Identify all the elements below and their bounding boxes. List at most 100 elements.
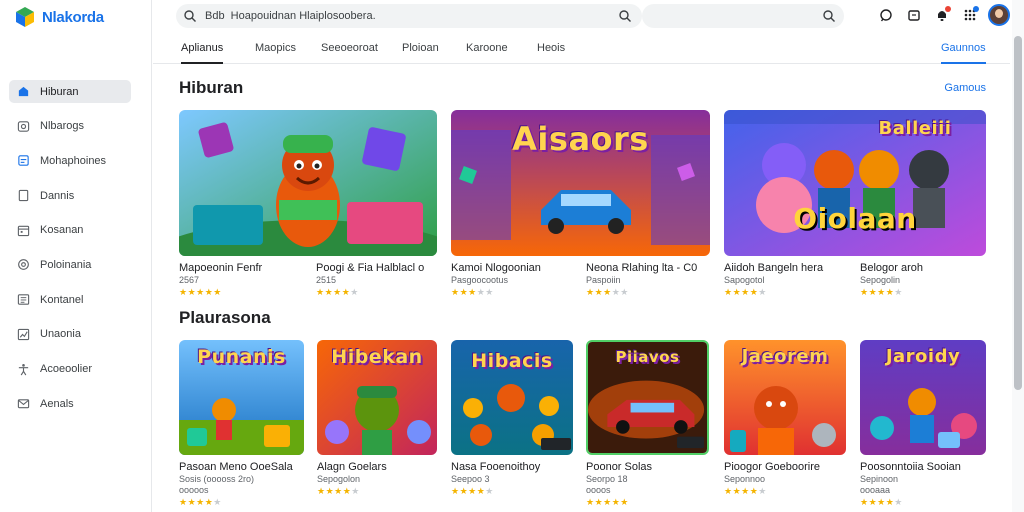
app-title: Pasoan Meno OoeSala	[179, 461, 293, 473]
avatar[interactable]	[988, 4, 1010, 26]
app-card[interactable]: Hibacis Nasa Fooenoithoy Seepoo 3 ★★★★★	[451, 340, 573, 497]
app-thumbnail: Hibekan	[317, 340, 437, 455]
app-subtitle: 2515	[316, 275, 337, 285]
secondary-search-bar[interactable]	[642, 4, 844, 28]
scrollbar-thumb[interactable]	[1014, 36, 1022, 390]
app-name: Nlakorda	[42, 8, 104, 26]
wallet-icon	[907, 10, 920, 21]
rating-stars: ★★★★★	[586, 287, 629, 297]
app-thumbnail: Jaeorem	[724, 340, 846, 455]
sidebar-item-acoeoolier[interactable]: Acoeoolier	[9, 358, 131, 381]
notification-badge	[945, 5, 951, 12]
document-icon	[18, 189, 29, 202]
app-info[interactable]: Poogi & Fia Halblacl o 2515 ★★★★★	[316, 256, 441, 298]
app-card[interactable]: Hibekan Alagn Goelars Sepogolon ★★★★★	[317, 340, 437, 497]
sidebar-item-poloinania[interactable]: Poloinania	[9, 253, 131, 276]
sidebar-item-label: Nlbarogs	[40, 120, 85, 133]
rating-stars: ★★★★★	[860, 497, 903, 507]
app-info[interactable]: Kamoi Nlogoonian Pasgoocootus ★★★★★	[451, 256, 575, 298]
app-card[interactable]: Mapoeonin Fenfr 2567 ★★★★★	[179, 110, 437, 256]
app-art-subtitle: Balleiii	[878, 118, 952, 139]
notifications-button[interactable]	[932, 5, 951, 25]
app-info[interactable]: Aiidoh Bangeln hera Sapogotol ★★★★★	[724, 256, 848, 298]
app-title: Mapoeonin Fenfr	[179, 262, 263, 274]
sidebar-item-hiburan[interactable]: Hiburan	[9, 80, 131, 103]
search-input[interactable]	[205, 7, 605, 25]
search-bar[interactable]	[176, 4, 642, 28]
camera-icon	[17, 120, 30, 132]
app-card[interactable]: Balleiii Oiolaan	[724, 110, 986, 256]
apps-badge	[973, 5, 979, 12]
sidebar-item-label: Dannis	[40, 189, 75, 202]
sidebar-item-kontanel[interactable]: Kontanel	[9, 288, 131, 311]
sidebar-item-aenals[interactable]: Aenals	[9, 392, 131, 415]
app-card[interactable]: Aisaors Poogi & Fia Halblacl o 2515 ★★★★…	[451, 110, 710, 256]
target-icon	[18, 259, 29, 271]
phone-icon	[18, 155, 29, 167]
calendar-icon	[17, 225, 30, 236]
search-icon[interactable]	[183, 9, 197, 23]
search-icon[interactable]	[822, 9, 836, 23]
tab-seeoeoroat[interactable]: Seeoeoroat	[321, 42, 378, 64]
app-info[interactable]: Mapoeonin Fenfr 2567 ★★★★★	[179, 256, 304, 298]
app-title: Kamoi Nlogoonian	[451, 262, 541, 274]
list-icon	[17, 294, 30, 305]
app-title: Poonor Solas	[586, 461, 653, 473]
chart-icon	[17, 328, 30, 340]
rating-stars: ★★★★★	[724, 287, 767, 297]
sidebar-item-dannis[interactable]: Dannis	[9, 184, 131, 207]
app-title: Nasa Fooenoithoy	[451, 461, 541, 473]
tab-ploioan[interactable]: Ploioan	[402, 42, 439, 64]
app-subtitle: Sepogolon	[317, 474, 361, 484]
section-title: Plaurasona	[179, 308, 271, 327]
home-icon	[18, 86, 29, 97]
sidebar-item-kosanan[interactable]: Kosanan	[9, 219, 131, 242]
sidebar-item-unaonia[interactable]: Unaonia	[9, 323, 131, 346]
app-info[interactable]: Belogor aroh Sepogolin ★★★★★	[860, 256, 984, 298]
tab-aplianus[interactable]: Aplianus	[181, 42, 224, 64]
app-card[interactable]: Piiavos Poonor Solas Seorpo 18 oooos ★★★…	[586, 340, 709, 508]
page-scrollbar[interactable]	[1012, 0, 1024, 512]
app-subtitle: Seponnoo	[724, 474, 766, 484]
app-title: Aiidoh Bangeln hera	[724, 262, 824, 274]
mail-icon	[17, 399, 30, 409]
app-info[interactable]: Neona Rlahing lta - C0 Paspoiin ★★★★★	[586, 256, 710, 298]
app-art-title: Piiavos	[615, 348, 680, 366]
app-logo[interactable]: Nlakorda	[14, 6, 104, 28]
sidebar-nav: Hiburan Nlbarogs Mohaphoines Dannis Kosa…	[9, 80, 131, 427]
rating-stars: ★★★★★	[179, 497, 222, 507]
apps-button[interactable]	[960, 5, 979, 25]
app-subtitle: Paspoiin	[586, 275, 621, 285]
app-subtitle-2: ooooos	[179, 485, 209, 495]
top-bar	[153, 0, 1024, 34]
tab-heois[interactable]: Heois	[537, 42, 565, 64]
tab-gaunnos[interactable]: Gaunnos	[941, 42, 986, 64]
rating-stars: ★★★★★	[860, 287, 903, 297]
app-title: Neona Rlahing lta - C0	[586, 262, 698, 274]
wallet-button[interactable]	[904, 6, 923, 25]
app-card[interactable]: Punanis Pasoan Meno OoeSala Sosis (oooos…	[179, 340, 304, 508]
app-thumbnail	[179, 110, 437, 256]
tab-maopics[interactable]: Maopics	[255, 42, 296, 64]
sidebar-item-nlbarogs[interactable]: Nlbarogs	[9, 115, 131, 138]
sidebar-item-mohaphoines[interactable]: Mohaphoines	[9, 149, 131, 172]
chat-icon	[879, 9, 892, 22]
app-thumbnail: Jaroidy	[860, 340, 986, 455]
rating-stars: ★★★★★	[586, 497, 629, 507]
tab-karoone[interactable]: Karoone	[466, 42, 508, 64]
rating-stars: ★★★★★	[724, 486, 767, 496]
search-submit-icon[interactable]	[618, 9, 632, 23]
rating-stars: ★★★★★	[179, 287, 222, 297]
app-art-title: Hibekan	[331, 346, 423, 368]
sidebar-item-label: Mohaphoines	[40, 154, 107, 167]
app-thumbnail: Hibacis	[451, 340, 573, 455]
app-art-title: Jaroidy	[885, 346, 961, 367]
app-art-title: Jaeorem	[741, 346, 829, 367]
app-card[interactable]: Jaroidy Poosonntoiia Sooian Sepinoon ooo…	[860, 340, 986, 508]
app-art-title: Aisaors	[512, 120, 649, 158]
app-title: Alagn Goelars	[317, 461, 387, 473]
section-title: Hiburan	[179, 78, 244, 97]
chat-button[interactable]	[876, 6, 895, 25]
app-card[interactable]: Jaeorem Pioogor Goeboorire Seponnoo ★★★★…	[724, 340, 846, 497]
see-more-link[interactable]: Gamous	[944, 82, 986, 94]
